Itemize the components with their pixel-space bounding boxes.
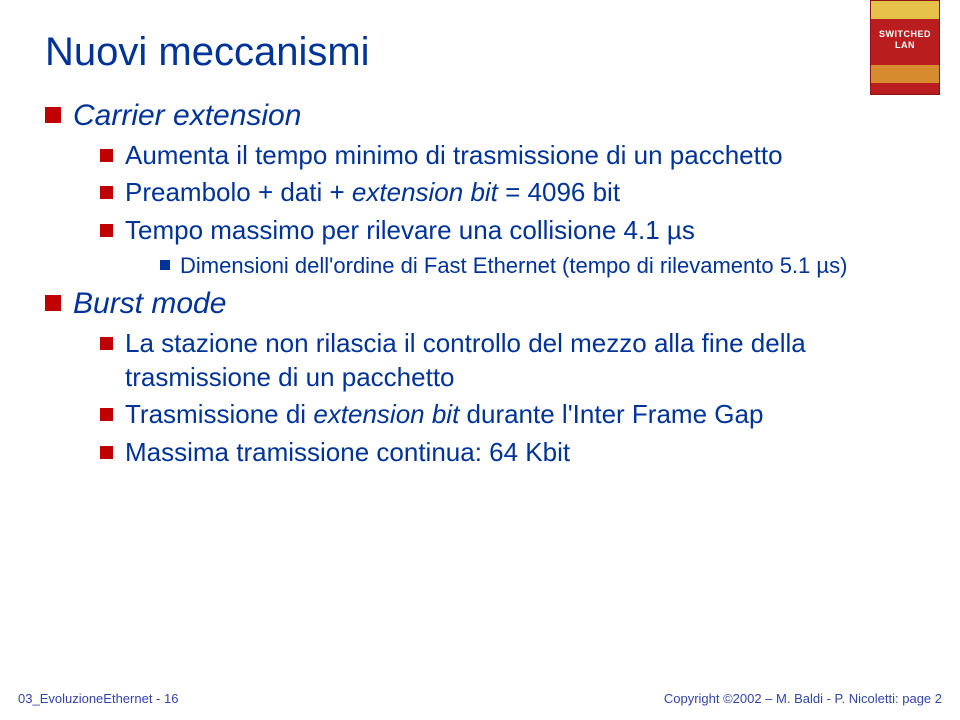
text-italic: extension bit xyxy=(313,399,459,429)
list-item-label: La stazione non rilascia il controllo de… xyxy=(125,327,910,395)
sub-sublist: Dimensioni dell'ordine di Fast Ethernet … xyxy=(160,252,910,280)
list-item-label: Trasmissione di extension bit durante l'… xyxy=(125,398,763,432)
bullet-square-icon xyxy=(100,186,113,199)
footer-right: Copyright ©2002 – M. Baldi - P. Nicolett… xyxy=(664,691,942,706)
slide-content: Nuovi meccanismi Carrier extension Aumen… xyxy=(45,30,910,476)
sublist: La stazione non rilascia il controllo de… xyxy=(100,327,910,470)
list-item-label: Preambolo + dati + extension bit = 4096 … xyxy=(125,176,620,210)
bullet-square-icon xyxy=(100,408,113,421)
text-suffix: = 4096 bit xyxy=(498,177,620,207)
list-item-label: Massima tramissione continua: 64 Kbit xyxy=(125,436,570,470)
list-item-carrier: Carrier extension Aumenta il tempo minim… xyxy=(45,97,910,279)
list-item: Massima tramissione continua: 64 Kbit xyxy=(100,436,910,470)
text-prefix: Preambolo + dati + xyxy=(125,177,352,207)
footer: 03_EvoluzioneEthernet - 16 Copyright ©20… xyxy=(0,691,960,706)
bullet-list: Carrier extension Aumenta il tempo minim… xyxy=(45,97,910,470)
bullet-square-icon xyxy=(160,260,170,270)
text-italic: extension bit xyxy=(352,177,498,207)
list-item-label: Aumenta il tempo minimo di trasmissione … xyxy=(125,139,783,173)
list-item: Dimensioni dell'ordine di Fast Ethernet … xyxy=(160,252,910,280)
bullet-square-icon xyxy=(100,224,113,237)
list-item: La stazione non rilascia il controllo de… xyxy=(100,327,910,395)
bullet-square-icon xyxy=(100,446,113,459)
text-suffix: durante l'Inter Frame Gap xyxy=(459,399,763,429)
page-title: Nuovi meccanismi xyxy=(45,30,910,75)
list-item-label: Burst mode xyxy=(73,285,226,323)
bullet-square-icon xyxy=(100,337,113,350)
list-item-label: Carrier extension xyxy=(73,97,301,135)
bullet-square-icon xyxy=(45,295,61,311)
list-item-label: Dimensioni dell'ordine di Fast Ethernet … xyxy=(180,252,847,280)
list-item-burst: Burst mode La stazione non rilascia il c… xyxy=(45,285,910,470)
text-prefix: Trasmissione di xyxy=(125,399,313,429)
slide: SWITCHED LAN Nuovi meccanismi Carrier ex… xyxy=(0,0,960,720)
bullet-square-icon xyxy=(45,107,61,123)
list-item-label: Tempo massimo per rilevare una collision… xyxy=(125,214,695,248)
book-cover-strip xyxy=(871,1,939,19)
bullet-square-icon xyxy=(100,149,113,162)
list-item: Trasmissione di extension bit durante l'… xyxy=(100,398,910,432)
list-item: Aumenta il tempo minimo di trasmissione … xyxy=(100,139,910,173)
list-item: Preambolo + dati + extension bit = 4096 … xyxy=(100,176,910,210)
sublist: Aumenta il tempo minimo di trasmissione … xyxy=(100,139,910,280)
footer-left: 03_EvoluzioneEthernet - 16 xyxy=(18,691,178,706)
list-item: Tempo massimo per rilevare una collision… xyxy=(100,214,910,279)
